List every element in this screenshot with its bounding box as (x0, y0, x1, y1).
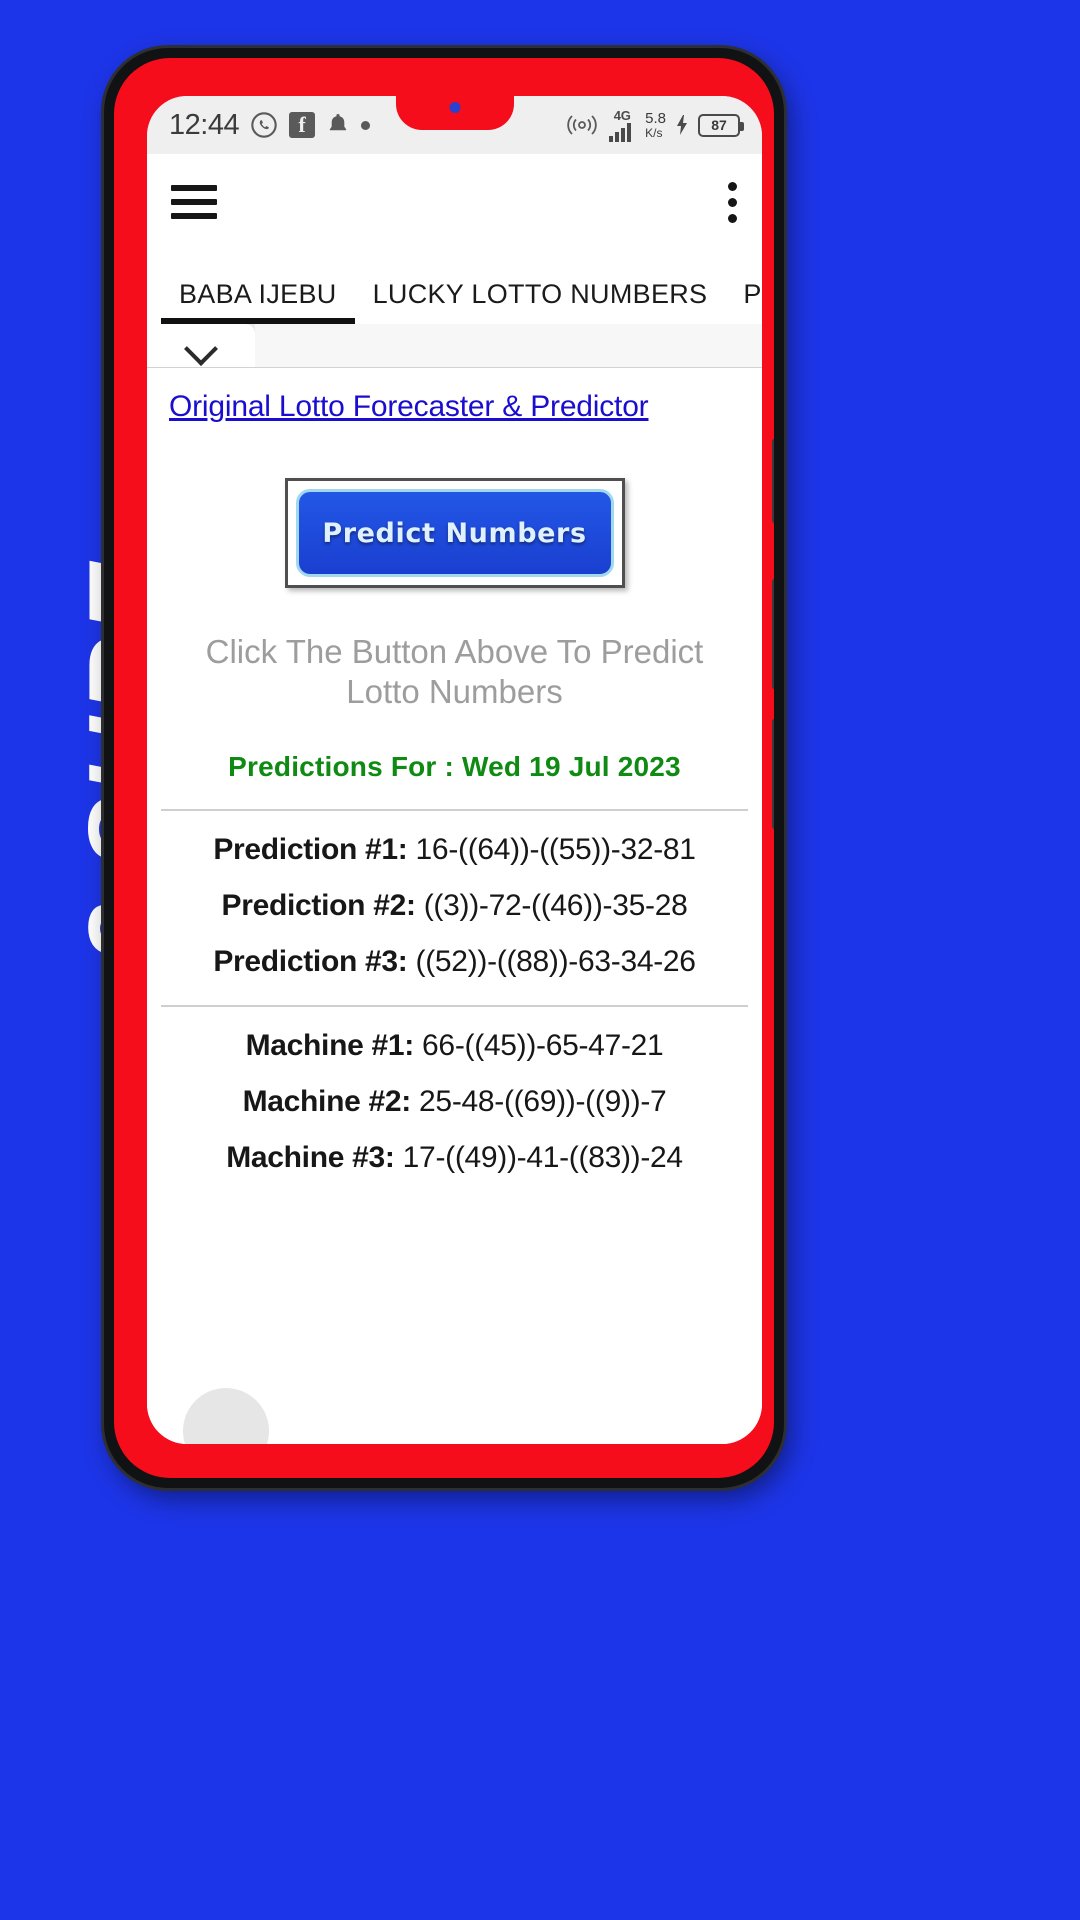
status-bar-left: 12:44 f (169, 108, 371, 142)
prediction-label-2: Prediction #2: (221, 888, 416, 922)
predictions-date-header: Predictions For : Wed 19 Jul 2023 (228, 750, 681, 782)
volume-up-button[interactable] (772, 578, 774, 690)
prediction-row-2: Prediction #2: ((3))-72-((46))-35-28 (147, 867, 762, 923)
original-lotto-forecaster-link[interactable]: Original Lotto Forecaster & Predictor (169, 390, 649, 423)
browser-app-bar (147, 154, 762, 250)
signal-bars-icon (608, 122, 636, 142)
status-time: 12:44 (169, 108, 240, 141)
collapse-tab-button[interactable] (147, 324, 255, 367)
prediction-value-2: ((3))-72-((46))-35-28 (423, 888, 688, 922)
phone-case: 12:44 f 4G 5.8 K/s 87 BABA IJEBU LUCKY L… (114, 58, 774, 1478)
machine-value-2: 25-48-((69))-((9))-7 (419, 1084, 667, 1118)
prediction-value-3: ((52))-((88))-63-34-26 (415, 944, 696, 978)
page-sub-bar (147, 324, 762, 368)
machine-label-1: Machine #1: (245, 1028, 415, 1062)
machine-row-2: Machine #2: 25-48-((69))-((9))-7 (147, 1063, 762, 1119)
dot-icon (361, 120, 371, 130)
chevron-down-icon (186, 337, 216, 354)
page-link-row: Original Lotto Forecaster & Predictor (147, 368, 762, 424)
charging-bolt-icon (675, 114, 689, 136)
machine-row-1: Machine #1: 66-((45))-65-47-21 (147, 1007, 762, 1063)
web-page-content: Original Lotto Forecaster & Predictor Pr… (147, 368, 762, 1444)
machine-value-3: 17-((49))-41-((83))-24 (402, 1140, 683, 1174)
prediction-label-3: Prediction #3: (213, 944, 408, 978)
predict-button-frame: Predict Numbers (284, 478, 625, 588)
phone-screen: 12:44 f 4G 5.8 K/s 87 BABA IJEBU LUCKY L… (147, 96, 762, 1444)
tab-baba-ijebu[interactable]: BABA IJEBU (161, 279, 355, 324)
front-camera-dot (449, 102, 460, 113)
bell-icon (326, 112, 350, 138)
network-type-indicator: 4G (608, 109, 636, 142)
hotspot-icon (565, 113, 599, 137)
network-speed-indicator: 5.8 K/s (645, 109, 666, 140)
tab-lucky-lotto-numbers[interactable]: LUCKY LOTTO NUMBERS (355, 279, 726, 324)
facebook-icon: f (289, 112, 316, 138)
camera-notch (395, 96, 514, 130)
machine-label-2: Machine #2: (242, 1084, 412, 1118)
kebab-menu-icon[interactable] (726, 181, 738, 223)
predict-numbers-button[interactable]: Predict Numbers (295, 489, 614, 577)
prediction-row-1: Prediction #1: 16-((64))-((55))-32-81 (147, 811, 762, 867)
status-bar: 12:44 f 4G 5.8 K/s 87 (147, 96, 762, 154)
instruction-text: Click The Button Above To Predict Lotto … (205, 633, 704, 711)
tab-bar[interactable]: BABA IJEBU LUCKY LOTTO NUMBERS PREDICTIO (147, 250, 762, 324)
sub-bar-spacer (255, 324, 762, 367)
scroll-to-top-button[interactable] (183, 1388, 269, 1444)
prediction-value-1: 16-((64))-((55))-32-81 (415, 832, 696, 866)
phone-device-frame: 12:44 f 4G 5.8 K/s 87 BABA IJEBU LUCKY L… (104, 48, 784, 1488)
machine-label-3: Machine #3: (226, 1140, 395, 1174)
prediction-label-1: Prediction #1: (213, 832, 408, 866)
battery-indicator: 87 (698, 113, 744, 137)
hamburger-menu-icon[interactable] (171, 185, 217, 219)
tab-predictions[interactable]: PREDICTIO (725, 279, 762, 324)
predict-button-container: Predict Numbers (147, 478, 762, 588)
status-bar-right: 4G 5.8 K/s 87 (565, 109, 744, 142)
machine-value-1: 66-((45))-65-47-21 (422, 1028, 664, 1062)
machine-row-3: Machine #3: 17-((49))-41-((83))-24 (147, 1119, 762, 1175)
power-button[interactable] (772, 438, 774, 524)
whatsapp-icon (250, 111, 278, 139)
prediction-row-3: Prediction #3: ((52))-((88))-63-34-26 (147, 923, 762, 979)
volume-down-button[interactable] (772, 718, 774, 830)
